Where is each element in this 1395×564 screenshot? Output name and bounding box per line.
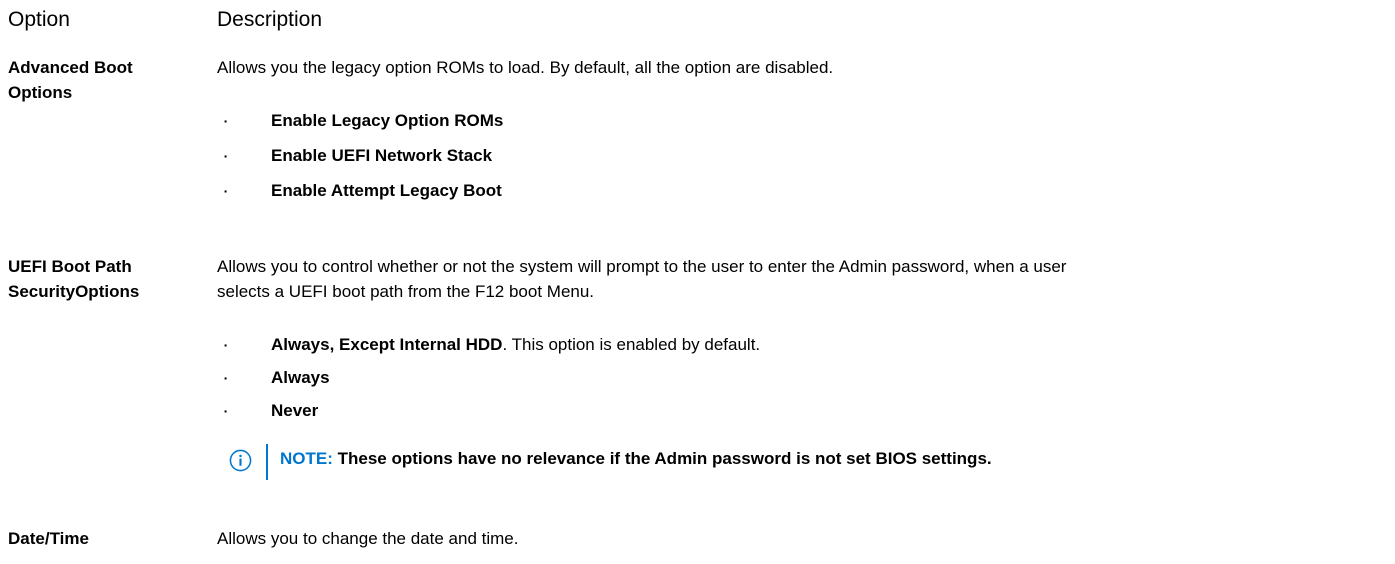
option-name-advanced-boot: Advanced Boot Options — [8, 55, 133, 105]
note-label: NOTE: — [280, 449, 333, 468]
description-line: selects a UEFI boot path from the F12 bo… — [217, 282, 595, 301]
option-name-line: UEFI Boot Path — [8, 257, 132, 276]
bullet-dot: · — [223, 113, 229, 129]
column-header-option: Option — [8, 8, 70, 31]
option-name-uefi-boot-path: UEFI Boot Path SecurityOptions — [8, 254, 139, 304]
column-header-description: Description — [217, 8, 323, 31]
bullet-text: Always, Except Internal HDD — [271, 335, 503, 354]
list-item: · Always — [217, 365, 330, 391]
bullet-dot: · — [223, 403, 229, 419]
bullet-dot: · — [223, 148, 229, 164]
note-body: These options have no relevance if the A… — [332, 449, 992, 468]
bullet-text: Never — [271, 401, 319, 420]
list-item: · Never — [217, 398, 319, 424]
bios-options-table: Option Description Advanced Boot Options… — [0, 0, 1395, 564]
bullet-text: Enable Attempt Legacy Boot — [271, 181, 502, 200]
bullet-text: Enable Legacy Option ROMs — [271, 111, 504, 130]
option-description: Allows you to control whether or not the… — [217, 254, 1367, 304]
list-item: · Enable UEFI Network Stack — [217, 143, 492, 169]
bullet-rest: . This option is enabled by default. — [502, 335, 761, 354]
list-item: · Always, Except Internal HDD. This optio… — [217, 332, 761, 358]
bullet-dot: · — [223, 183, 229, 199]
option-name-line: Date/Time — [8, 529, 89, 548]
option-description: Allows you the legacy option ROMs to loa… — [217, 58, 834, 77]
bullet-dot: · — [223, 337, 229, 353]
option-name-line: SecurityOptions — [8, 282, 140, 301]
option-name-date-time: Date/Time — [8, 526, 89, 551]
info-circle-icon — [229, 449, 252, 472]
option-name-line: Options — [8, 83, 73, 102]
list-item: · Enable Attempt Legacy Boot — [217, 178, 502, 204]
description-line: Allows you to control whether or not the… — [217, 257, 1067, 276]
bullet-text: Enable UEFI Network Stack — [271, 146, 493, 165]
note-accent-bar — [266, 444, 268, 480]
option-name-line: Advanced Boot — [8, 58, 133, 77]
note-text: NOTE: These options have no relevance if… — [280, 444, 992, 474]
bullet-dot: · — [223, 370, 229, 386]
bullet-text: Always — [271, 368, 330, 387]
option-description: Allows you to change the date and time. — [217, 529, 519, 548]
note-callout: NOTE: These options have no relevance if… — [229, 444, 992, 484]
list-item: · Enable Legacy Option ROMs — [217, 108, 504, 134]
